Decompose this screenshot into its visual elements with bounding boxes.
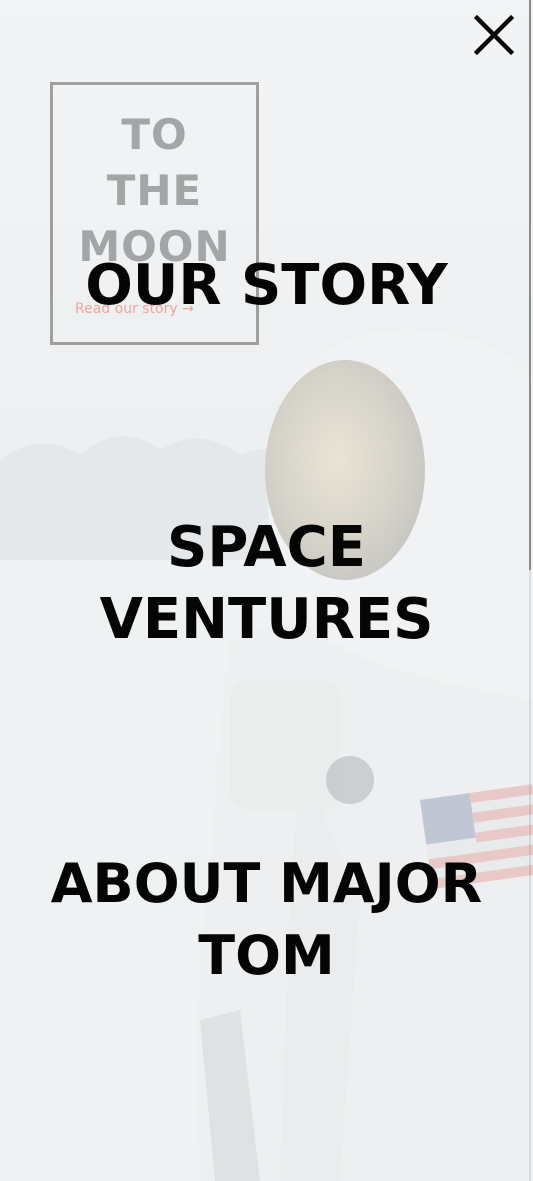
close-icon bbox=[473, 14, 515, 56]
close-menu-button[interactable] bbox=[473, 14, 515, 56]
menu-item-our-story[interactable]: OUR STORY bbox=[0, 250, 533, 322]
menu-item-label: VENTURES bbox=[99, 587, 434, 652]
menu-item-label: TOM bbox=[198, 924, 335, 987]
menu-item-about-major-tom[interactable]: ABOUT MAJOR TOM bbox=[0, 848, 533, 992]
menu-item-label: SPACE bbox=[167, 515, 366, 580]
menu-page: TO THE MOON Read our story → OUR STORY S… bbox=[0, 0, 533, 1181]
menu-item-label: ABOUT MAJOR bbox=[50, 852, 483, 915]
menu-item-space-ventures[interactable]: SPACE VENTURES bbox=[0, 512, 533, 656]
menu-item-label: OUR STORY bbox=[85, 253, 448, 318]
